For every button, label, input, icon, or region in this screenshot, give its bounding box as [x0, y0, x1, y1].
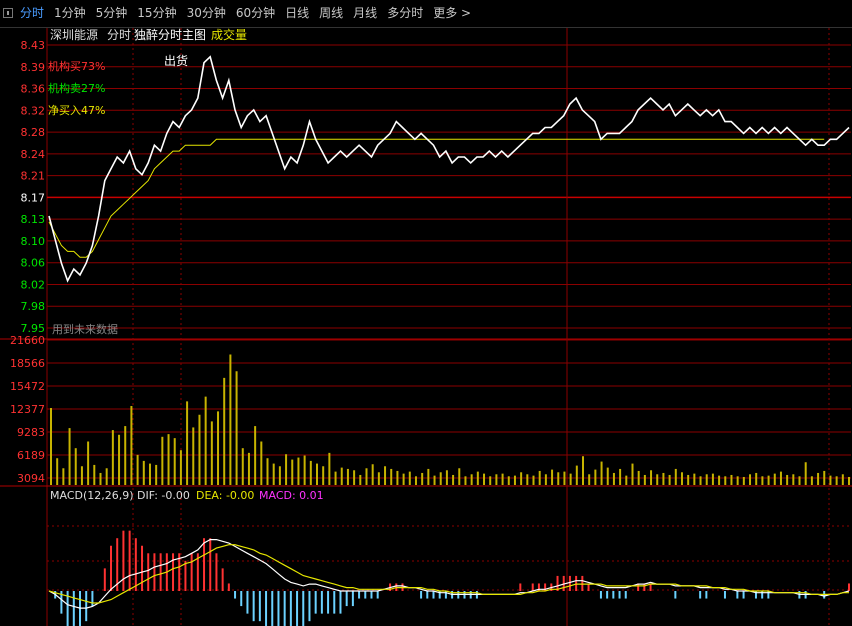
inst-buy-label: 机构买73% — [48, 59, 105, 73]
volume-tick-label: 9283 — [17, 426, 45, 439]
volume-bars — [50, 354, 850, 485]
price-tick-label: 8.10 — [21, 235, 46, 248]
volume-tick-label: 3094 — [17, 472, 45, 485]
price-line — [48, 55, 850, 283]
price-tick-label: 8.39 — [21, 61, 46, 74]
future-data-note: 用到未来数据 — [52, 322, 118, 336]
tab-multi-intraday[interactable]: 多分时 — [385, 6, 425, 21]
volume-tick-label: 6189 — [17, 449, 45, 462]
period-tabs: 分时 1分钟 5分钟 15分钟 30分钟 60分钟 日线 周线 月线 多分时 更… — [18, 6, 473, 21]
price-tick-label: 8.13 — [21, 213, 46, 226]
volume-tick-label: 18566 — [10, 357, 45, 370]
volume-tick-label: 21660 — [10, 334, 45, 347]
tab-15min[interactable]: 15分钟 — [135, 6, 178, 21]
price-axis: 8.43 8.39 8.36 8.32 8.28 8.24 8.21 8.17 8.13 8.10… — [21, 39, 46, 335]
main-indicator-label[interactable]: 独醉分时主图 — [134, 28, 206, 42]
macd-param-label: MACD(12,26,9) — [50, 489, 134, 502]
macd-dea-value: DEA: -0.00 — [196, 489, 254, 502]
stock-name: 深圳能源 — [50, 28, 98, 42]
chart-grid — [0, 28, 852, 626]
price-tick-label: 8.21 — [21, 170, 46, 183]
mode-label: 分时 — [107, 28, 131, 42]
tab-60min[interactable]: 60分钟 — [234, 6, 277, 21]
volume-legend-label: 成交量 — [211, 28, 247, 42]
avg-price-series — [48, 138, 825, 258]
tab-30min[interactable]: 30分钟 — [185, 6, 228, 21]
macd-panel — [48, 530, 850, 626]
avg-price-line — [48, 138, 825, 258]
price-tick-label: 8.02 — [21, 278, 46, 291]
price-tick-label: 8.17 — [21, 191, 46, 204]
macd-dif-line — [48, 539, 850, 609]
net-buy-label: 净买入47% — [48, 103, 105, 117]
tab-intraday[interactable]: 分时 — [18, 6, 46, 21]
price-tick-label: 8.43 — [21, 39, 46, 52]
tab-daily[interactable]: 日线 — [283, 6, 311, 21]
sell-signal-marker: 出货 — [164, 53, 188, 68]
price-tick-label: 8.28 — [21, 126, 46, 139]
macd-dea-line — [48, 544, 849, 604]
period-toolbar: 分时 1分钟 5分钟 15分钟 30分钟 60分钟 日线 周线 月线 多分时 更… — [0, 0, 852, 27]
volume-tick-label: 15472 — [10, 380, 45, 393]
price-tick-label: 8.32 — [21, 104, 46, 117]
tab-1min[interactable]: 1分钟 — [52, 6, 88, 21]
price-tick-label: 8.24 — [21, 148, 46, 161]
panel-toggle-icon[interactable] — [3, 8, 13, 18]
price-series — [48, 55, 850, 283]
tab-weekly[interactable]: 周线 — [317, 6, 345, 21]
volume-tick-label: 12377 — [10, 403, 45, 416]
macd-dif-value: DIF: -0.00 — [137, 489, 190, 502]
macd-hist-value: MACD: 0.01 — [259, 489, 324, 502]
tab-5min[interactable]: 5分钟 — [94, 6, 130, 21]
tab-monthly[interactable]: 月线 — [351, 6, 379, 21]
price-tick-label: 8.06 — [21, 257, 46, 270]
inst-sell-label: 机构卖27% — [48, 81, 105, 95]
tab-more[interactable]: 更多 > — [431, 6, 473, 21]
intraday-chart[interactable]: 8.43 8.39 8.36 8.32 8.28 8.24 8.21 8.17 8.13 8.10… — [0, 28, 852, 626]
volume-axis: 21660 18566 15472 12377 9283 6189 3094 — [10, 334, 45, 485]
price-tick-label: 8.36 — [21, 83, 46, 96]
price-tick-label: 7.98 — [21, 300, 46, 313]
